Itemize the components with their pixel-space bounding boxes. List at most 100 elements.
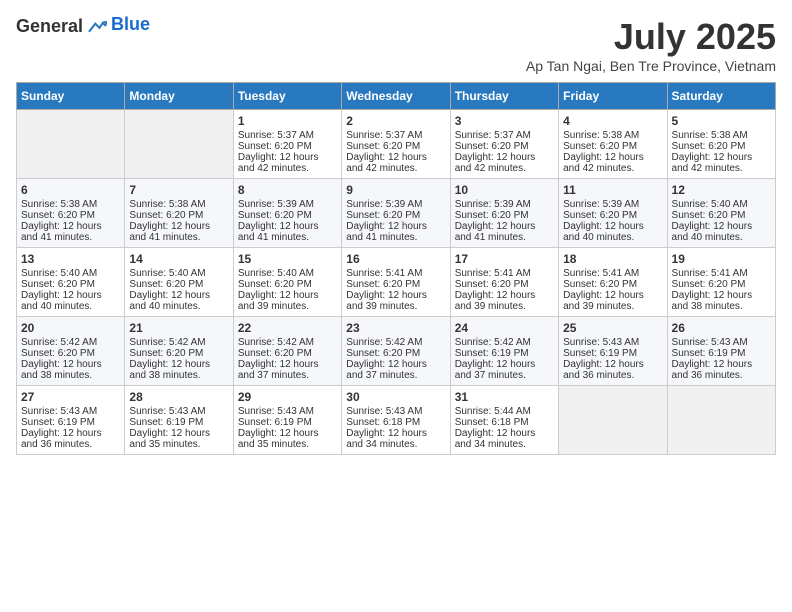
sunset-text: Sunset: 6:20 PM	[238, 210, 337, 221]
calendar-cell: 19Sunrise: 5:41 AMSunset: 6:20 PMDayligh…	[667, 248, 775, 317]
sunset-text: Sunset: 6:20 PM	[455, 141, 554, 152]
calendar-cell: 23Sunrise: 5:42 AMSunset: 6:20 PMDayligh…	[342, 317, 450, 386]
month-title: July 2025	[526, 16, 776, 58]
calendar-cell: 25Sunrise: 5:43 AMSunset: 6:19 PMDayligh…	[559, 317, 667, 386]
day-number: 14	[129, 252, 228, 266]
sunrise-text: Sunrise: 5:40 AM	[672, 199, 771, 210]
sunrise-text: Sunrise: 5:40 AM	[238, 268, 337, 279]
sunset-text: Sunset: 6:20 PM	[346, 210, 445, 221]
day-number: 9	[346, 183, 445, 197]
calendar-cell	[17, 110, 125, 179]
sunrise-text: Sunrise: 5:41 AM	[346, 268, 445, 279]
calendar-cell: 11Sunrise: 5:39 AMSunset: 6:20 PMDayligh…	[559, 179, 667, 248]
sunset-text: Sunset: 6:20 PM	[563, 279, 662, 290]
sunset-text: Sunset: 6:19 PM	[21, 417, 120, 428]
calendar-week-row: 1Sunrise: 5:37 AMSunset: 6:20 PMDaylight…	[17, 110, 776, 179]
daylight-text: Daylight: 12 hours and 39 minutes.	[346, 290, 445, 312]
daylight-text: Daylight: 12 hours and 38 minutes.	[21, 359, 120, 381]
daylight-text: Daylight: 12 hours and 38 minutes.	[129, 359, 228, 381]
sunset-text: Sunset: 6:20 PM	[563, 141, 662, 152]
sunset-text: Sunset: 6:20 PM	[672, 141, 771, 152]
sunset-text: Sunset: 6:20 PM	[346, 279, 445, 290]
sunrise-text: Sunrise: 5:40 AM	[129, 268, 228, 279]
page-header: General Blue July 2025 Ap Tan Ngai, Ben …	[16, 16, 776, 74]
sunset-text: Sunset: 6:20 PM	[21, 348, 120, 359]
calendar-cell: 30Sunrise: 5:43 AMSunset: 6:18 PMDayligh…	[342, 386, 450, 455]
day-number: 15	[238, 252, 337, 266]
calendar-cell: 21Sunrise: 5:42 AMSunset: 6:20 PMDayligh…	[125, 317, 233, 386]
calendar-cell: 8Sunrise: 5:39 AMSunset: 6:20 PMDaylight…	[233, 179, 341, 248]
sunset-text: Sunset: 6:20 PM	[672, 210, 771, 221]
daylight-text: Daylight: 12 hours and 41 minutes.	[238, 221, 337, 243]
sunrise-text: Sunrise: 5:39 AM	[238, 199, 337, 210]
sunset-text: Sunset: 6:20 PM	[346, 141, 445, 152]
day-number: 17	[455, 252, 554, 266]
sunrise-text: Sunrise: 5:43 AM	[563, 337, 662, 348]
sunrise-text: Sunrise: 5:41 AM	[455, 268, 554, 279]
sunset-text: Sunset: 6:19 PM	[129, 417, 228, 428]
daylight-text: Daylight: 12 hours and 35 minutes.	[129, 428, 228, 450]
logo-general: General	[16, 16, 83, 37]
sunrise-text: Sunrise: 5:38 AM	[672, 130, 771, 141]
sunrise-text: Sunrise: 5:42 AM	[455, 337, 554, 348]
sunrise-text: Sunrise: 5:43 AM	[129, 406, 228, 417]
day-number: 20	[21, 321, 120, 335]
calendar-cell	[667, 386, 775, 455]
calendar-week-row: 6Sunrise: 5:38 AMSunset: 6:20 PMDaylight…	[17, 179, 776, 248]
daylight-text: Daylight: 12 hours and 41 minutes.	[129, 221, 228, 243]
sunset-text: Sunset: 6:19 PM	[455, 348, 554, 359]
sunrise-text: Sunrise: 5:38 AM	[563, 130, 662, 141]
calendar-cell: 10Sunrise: 5:39 AMSunset: 6:20 PMDayligh…	[450, 179, 558, 248]
day-number: 21	[129, 321, 228, 335]
sunset-text: Sunset: 6:20 PM	[455, 279, 554, 290]
calendar-cell: 12Sunrise: 5:40 AMSunset: 6:20 PMDayligh…	[667, 179, 775, 248]
sunset-text: Sunset: 6:19 PM	[563, 348, 662, 359]
daylight-text: Daylight: 12 hours and 37 minutes.	[346, 359, 445, 381]
sunrise-text: Sunrise: 5:41 AM	[563, 268, 662, 279]
sunrise-text: Sunrise: 5:44 AM	[455, 406, 554, 417]
day-number: 23	[346, 321, 445, 335]
daylight-text: Daylight: 12 hours and 42 minutes.	[672, 152, 771, 174]
sunset-text: Sunset: 6:19 PM	[672, 348, 771, 359]
sunset-text: Sunset: 6:18 PM	[346, 417, 445, 428]
daylight-text: Daylight: 12 hours and 42 minutes.	[346, 152, 445, 174]
calendar-cell: 6Sunrise: 5:38 AMSunset: 6:20 PMDaylight…	[17, 179, 125, 248]
calendar-cell: 4Sunrise: 5:38 AMSunset: 6:20 PMDaylight…	[559, 110, 667, 179]
location-title: Ap Tan Ngai, Ben Tre Province, Vietnam	[526, 58, 776, 74]
day-number: 1	[238, 114, 337, 128]
day-number: 19	[672, 252, 771, 266]
calendar-cell: 29Sunrise: 5:43 AMSunset: 6:19 PMDayligh…	[233, 386, 341, 455]
sunrise-text: Sunrise: 5:37 AM	[346, 130, 445, 141]
calendar-day-header: Saturday	[667, 83, 775, 110]
day-number: 28	[129, 390, 228, 404]
daylight-text: Daylight: 12 hours and 34 minutes.	[455, 428, 554, 450]
calendar-cell: 9Sunrise: 5:39 AMSunset: 6:20 PMDaylight…	[342, 179, 450, 248]
day-number: 6	[21, 183, 120, 197]
daylight-text: Daylight: 12 hours and 36 minutes.	[563, 359, 662, 381]
daylight-text: Daylight: 12 hours and 40 minutes.	[563, 221, 662, 243]
daylight-text: Daylight: 12 hours and 39 minutes.	[238, 290, 337, 312]
day-number: 4	[563, 114, 662, 128]
day-number: 10	[455, 183, 554, 197]
sunset-text: Sunset: 6:20 PM	[129, 210, 228, 221]
daylight-text: Daylight: 12 hours and 36 minutes.	[672, 359, 771, 381]
calendar-table: SundayMondayTuesdayWednesdayThursdayFrid…	[16, 82, 776, 455]
calendar-cell: 18Sunrise: 5:41 AMSunset: 6:20 PMDayligh…	[559, 248, 667, 317]
calendar-cell: 20Sunrise: 5:42 AMSunset: 6:20 PMDayligh…	[17, 317, 125, 386]
sunset-text: Sunset: 6:20 PM	[455, 210, 554, 221]
sunset-text: Sunset: 6:20 PM	[238, 348, 337, 359]
sunrise-text: Sunrise: 5:39 AM	[563, 199, 662, 210]
calendar-week-row: 20Sunrise: 5:42 AMSunset: 6:20 PMDayligh…	[17, 317, 776, 386]
logo: General Blue	[16, 16, 150, 37]
calendar-cell: 1Sunrise: 5:37 AMSunset: 6:20 PMDaylight…	[233, 110, 341, 179]
calendar-cell: 26Sunrise: 5:43 AMSunset: 6:19 PMDayligh…	[667, 317, 775, 386]
sunrise-text: Sunrise: 5:40 AM	[21, 268, 120, 279]
calendar-cell: 15Sunrise: 5:40 AMSunset: 6:20 PMDayligh…	[233, 248, 341, 317]
daylight-text: Daylight: 12 hours and 41 minutes.	[346, 221, 445, 243]
calendar-cell: 16Sunrise: 5:41 AMSunset: 6:20 PMDayligh…	[342, 248, 450, 317]
daylight-text: Daylight: 12 hours and 34 minutes.	[346, 428, 445, 450]
day-number: 2	[346, 114, 445, 128]
sunrise-text: Sunrise: 5:38 AM	[21, 199, 120, 210]
daylight-text: Daylight: 12 hours and 40 minutes.	[129, 290, 228, 312]
daylight-text: Daylight: 12 hours and 40 minutes.	[21, 290, 120, 312]
